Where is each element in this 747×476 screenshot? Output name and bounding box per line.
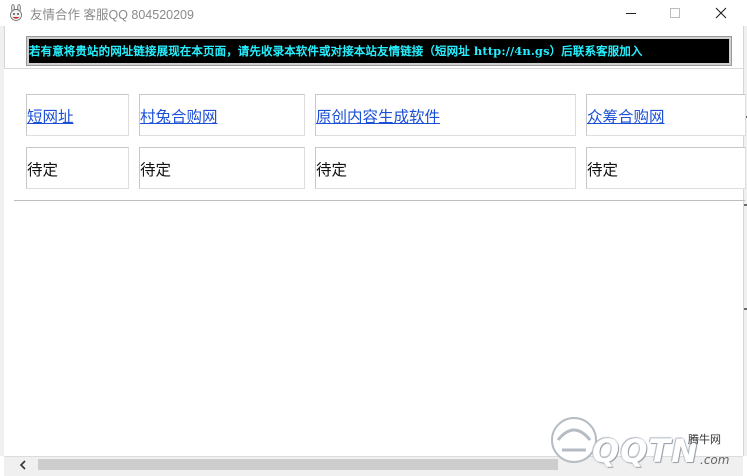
watermark-text: QQTN bbox=[592, 432, 700, 470]
link-cell-1: 短网址 bbox=[26, 94, 129, 136]
link-crowdfunding-group-buy[interactable]: 众筹合购网 bbox=[587, 108, 665, 126]
link-cuntu-group-buy[interactable]: 村兔合购网 bbox=[140, 108, 218, 126]
minimize-icon bbox=[626, 13, 636, 14]
watermark-cn: 腾牛网 bbox=[688, 433, 721, 446]
status-text: 待定 bbox=[316, 161, 348, 179]
chevron-left-icon bbox=[19, 460, 26, 470]
link-cell-2: 村兔合购网 bbox=[139, 94, 305, 136]
notice-banner: 若有意将贵站的网址链接展现在本页面，请先收录本软件或对接本站友情链接（短网址 h… bbox=[29, 39, 729, 63]
link-cell-3: 原创内容生成软件 bbox=[315, 94, 576, 136]
bunny-app-icon bbox=[10, 4, 22, 21]
status-text: 待定 bbox=[587, 161, 619, 179]
title-bar[interactable]: 友情合作 客服QQ 804520209 bbox=[0, 0, 747, 26]
maximize-icon bbox=[670, 8, 680, 18]
status-text: 待定 bbox=[27, 161, 59, 179]
close-icon bbox=[715, 7, 727, 19]
status-cell-4: 待定 bbox=[586, 147, 746, 189]
close-button[interactable] bbox=[698, 0, 744, 26]
minimize-button[interactable] bbox=[608, 0, 654, 26]
divider bbox=[14, 200, 745, 201]
link-short-url[interactable]: 短网址 bbox=[27, 108, 74, 126]
status-text: 待定 bbox=[140, 161, 172, 179]
link-cell-4: 众筹合购网 bbox=[586, 94, 746, 136]
scrollbar-thumb[interactable] bbox=[38, 459, 558, 470]
status-cell-2: 待定 bbox=[139, 147, 305, 189]
status-cell-3: 待定 bbox=[315, 147, 576, 189]
link-original-content-software[interactable]: 原创内容生成软件 bbox=[316, 108, 440, 126]
window-title: 友情合作 客服QQ 804520209 bbox=[30, 8, 194, 22]
maximize-button[interactable] bbox=[652, 0, 698, 26]
scroll-left-button[interactable] bbox=[15, 458, 31, 472]
watermark-com: .com bbox=[700, 453, 730, 467]
status-cell-1: 待定 bbox=[26, 147, 129, 189]
